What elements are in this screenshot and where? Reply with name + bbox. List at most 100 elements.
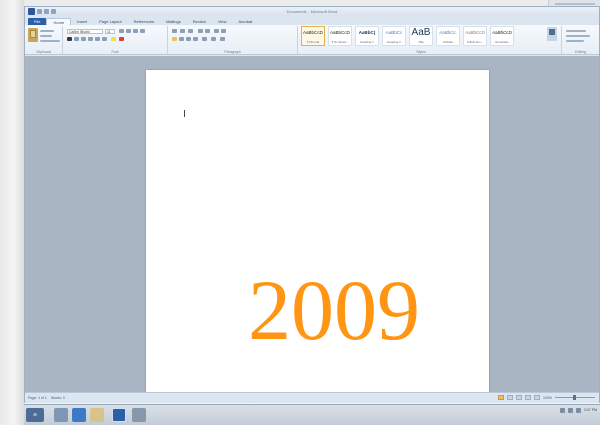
clipboard-group-label: Clipboard — [36, 50, 51, 54]
shading-button[interactable] — [211, 37, 216, 41]
clock[interactable]: 2:07 PM — [584, 408, 597, 413]
word-count[interactable]: Words: 0 — [51, 396, 65, 400]
cut-button[interactable] — [40, 30, 54, 32]
change-case-button[interactable] — [133, 29, 138, 33]
style-name: Subtitle — [442, 40, 453, 44]
style-sample: AaBbCcDc — [330, 30, 350, 35]
multilevel-list-button[interactable] — [188, 29, 193, 33]
paste-button[interactable] — [28, 28, 38, 42]
editing-group-label: Editing — [575, 50, 586, 54]
start-button[interactable]: ⊞ — [26, 408, 44, 422]
outline-view-button[interactable] — [525, 395, 532, 400]
zoom-level[interactable]: 100% — [543, 396, 552, 400]
style-sample: AaBbCcDc — [492, 30, 512, 35]
style-name: Heading 1 — [360, 40, 374, 44]
bullets-button[interactable] — [172, 29, 177, 33]
style-no-spacing[interactable]: AaBbCcDc ¶ No Spaci... — [328, 26, 352, 46]
tab-file[interactable]: File — [28, 18, 47, 25]
line-spacing-button[interactable] — [202, 37, 207, 41]
tab-view[interactable]: View — [212, 18, 233, 25]
format-painter-button[interactable] — [40, 40, 60, 42]
desktop: Document1 - Microsoft Word File Home Ins… — [0, 0, 600, 425]
style-emphasis[interactable]: AaBbCcDc Emphasis — [490, 26, 514, 46]
replace-button[interactable] — [566, 35, 590, 37]
taskbar: ⊞ 2:07 PM — [24, 404, 600, 425]
taskbar-folder-icon[interactable] — [90, 408, 104, 422]
style-name: Heading 2 — [387, 40, 401, 44]
style-subtitle[interactable]: AaBbCc. Subtitle — [436, 26, 460, 46]
borders-button[interactable] — [220, 37, 225, 41]
full-screen-view-button[interactable] — [507, 395, 514, 400]
show-marks-button[interactable] — [221, 29, 226, 33]
web-layout-view-button[interactable] — [516, 395, 523, 400]
zoom-slider[interactable] — [555, 395, 595, 400]
taskbar-word-icon[interactable] — [112, 408, 126, 422]
style-sample: AaBbCcDc — [303, 30, 323, 35]
volume-icon[interactable] — [567, 408, 573, 413]
align-center-button[interactable] — [179, 37, 184, 41]
shrink-font-button[interactable] — [126, 29, 131, 33]
tab-home[interactable]: Home — [46, 18, 72, 25]
align-left-button[interactable] — [172, 37, 177, 41]
print-layout-view-button[interactable] — [498, 395, 505, 400]
taskbar-explorer-icon[interactable] — [54, 408, 68, 422]
strikethrough-button[interactable] — [88, 37, 93, 41]
clipboard-icon — [30, 30, 36, 38]
copy-button[interactable] — [40, 35, 52, 37]
style-name: Subtle Em... — [466, 40, 484, 44]
tab-review[interactable]: Review — [187, 18, 212, 25]
zoom-slider-knob[interactable] — [573, 395, 576, 400]
tab-acrobat[interactable]: Acrobat — [232, 18, 258, 25]
flag-icon[interactable] — [575, 408, 581, 413]
grow-font-button[interactable] — [119, 29, 124, 33]
draft-view-button[interactable] — [534, 395, 541, 400]
status-bar: Page: 1 of 1 Words: 0 100% — [25, 392, 599, 403]
editing-group: Editing — [561, 26, 599, 54]
select-button[interactable] — [566, 40, 584, 42]
style-heading-1[interactable]: AaBbC( Heading 1 — [355, 26, 379, 46]
document-page[interactable]: 2009 — [146, 70, 489, 392]
year-text[interactable]: 2009 — [219, 265, 449, 355]
find-button[interactable] — [566, 30, 586, 32]
tab-page-layout[interactable]: Page Layout — [93, 18, 127, 25]
change-styles-button[interactable] — [547, 27, 557, 41]
taskbar-app-icon[interactable] — [132, 408, 146, 422]
word-window: Document1 - Microsoft Word File Home Ins… — [24, 6, 600, 403]
superscript-button[interactable] — [102, 37, 107, 41]
status-left: Page: 1 of 1 Words: 0 — [28, 396, 65, 400]
style-name: ¶ Normal — [306, 40, 320, 44]
bold-button[interactable] — [67, 37, 72, 41]
clear-formatting-button[interactable] — [140, 29, 145, 33]
style-normal[interactable]: AaBbCcDc ¶ Normal — [301, 26, 325, 46]
network-icon[interactable] — [559, 408, 565, 413]
font-name-box[interactable]: Calibri (Body) — [67, 29, 103, 34]
styles-group-label: Styles — [416, 50, 426, 54]
tab-references[interactable]: References — [128, 18, 160, 25]
style-title[interactable]: AaB Title — [409, 26, 433, 46]
justify-button[interactable] — [193, 37, 198, 41]
tab-insert[interactable]: Insert — [71, 18, 93, 25]
font-size-box[interactable]: 11 — [105, 29, 115, 34]
style-sample: AaBbCc. — [439, 30, 457, 35]
font-group: Calibri (Body) 11 Font — [63, 26, 168, 54]
style-heading-2[interactable]: AaBbCc Heading 2 — [382, 26, 406, 46]
style-subtle-emphasis[interactable]: AaBbCcDc Subtle Em... — [463, 26, 487, 46]
numbering-button[interactable] — [180, 29, 185, 33]
text-cursor-icon — [184, 110, 185, 117]
highlight-color-button[interactable] — [111, 37, 116, 41]
decrease-indent-button[interactable] — [198, 29, 203, 33]
style-name: Emphasis — [495, 40, 509, 44]
style-sample: AaBbC( — [358, 30, 376, 35]
underline-button[interactable] — [81, 37, 86, 41]
align-right-button[interactable] — [186, 37, 191, 41]
taskbar-browser-icon[interactable] — [72, 408, 86, 422]
subscript-button[interactable] — [95, 37, 100, 41]
page-count[interactable]: Page: 1 of 1 — [28, 396, 47, 400]
tab-mailings[interactable]: Mailings — [160, 18, 187, 25]
increase-indent-button[interactable] — [205, 29, 210, 33]
sort-button[interactable] — [214, 29, 219, 33]
font-color-button[interactable] — [119, 37, 124, 41]
style-sample: AaB — [411, 27, 431, 38]
style-name: Title — [418, 40, 424, 44]
italic-button[interactable] — [74, 37, 79, 41]
